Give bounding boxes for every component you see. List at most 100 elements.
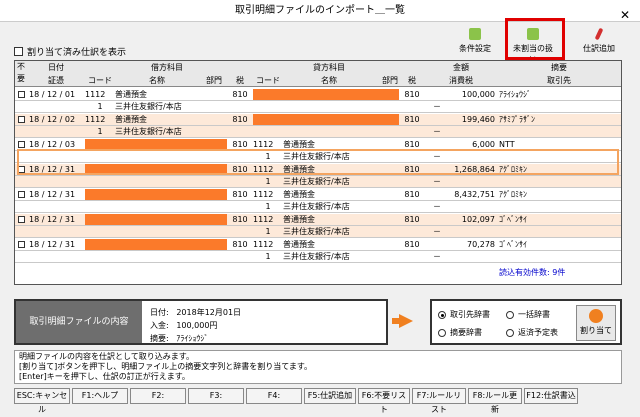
credit-name-cell: 普通預金: [283, 240, 315, 249]
amount-cell: 199,460: [461, 115, 495, 124]
pencil-icon: [594, 27, 604, 41]
debit-empty-cell[interactable]: [85, 214, 227, 225]
header-credit-code: コード: [256, 76, 280, 85]
show-assigned-option[interactable]: 割り当て済み仕訳を表示: [14, 45, 126, 58]
fkey-f7[interactable]: F7:ルールリスト: [412, 388, 466, 414]
credit-sub-code-cell: 1: [265, 227, 271, 236]
header-credit-name: 名称: [321, 76, 337, 85]
condition-settings-button[interactable]: 条件設定: [452, 26, 498, 58]
fkey-f1[interactable]: F1:ヘルプ: [72, 388, 128, 404]
amount-cell: 102,097: [461, 215, 495, 224]
add-entry-button[interactable]: 仕訳追加: [576, 26, 622, 58]
link-icon: [589, 309, 603, 323]
credit-sub-code-cell: 1: [265, 252, 271, 261]
unneeded-checkbox[interactable]: [18, 191, 25, 198]
header-summary: 摘要: [551, 63, 567, 72]
amount-cell: 100,000: [461, 90, 495, 99]
radio-summary-dict-label: 摘要辞書: [450, 328, 482, 337]
credit-name-cell: 普通預金: [283, 215, 315, 224]
radio-repay-table-dot[interactable]: [506, 328, 514, 337]
radio-bulk-dict-dot[interactable]: [506, 310, 514, 319]
radio-partner-dict-dot[interactable]: [438, 310, 446, 319]
debit-tax-cell: 810: [232, 190, 248, 199]
settings-book-icon: [469, 28, 481, 40]
info-deposit-value: 100,000円: [176, 321, 218, 330]
info-date-label: 日付:: [150, 308, 169, 317]
debit-empty-cell[interactable]: [85, 239, 227, 250]
unneeded-checkbox[interactable]: [18, 91, 25, 98]
grid-footer-row: 読込有効件数: 9件: [15, 267, 621, 279]
credit-name-cell: 普通預金: [283, 190, 315, 199]
table-subrow[interactable]: 1 三井住友銀行/本店 －: [15, 101, 621, 113]
credit-tax-cell: 810: [404, 90, 420, 99]
fkey-f3[interactable]: F3:: [188, 388, 244, 404]
table-subrow[interactable]: 1 三井住友銀行/本店 －: [15, 126, 621, 138]
header-debit-dept: 部門: [206, 76, 222, 85]
debit-sub-code-cell: 1: [97, 127, 103, 136]
fkey-f4[interactable]: F4:: [246, 388, 302, 404]
credit-code-cell: 1112: [253, 215, 274, 224]
table-subrow[interactable]: 1 三井住友銀行/本店 －: [15, 201, 621, 213]
radio-bulk-dict[interactable]: 一括辞書: [506, 309, 550, 320]
table-row[interactable]: 18 / 12 / 31 810 1112 普通預金 810 70,278 ｺﾞﾍﾞﾝｻｲ: [15, 239, 621, 251]
info-date: 日付: 2018年12月01日: [150, 307, 241, 318]
unneeded-checkbox[interactable]: [18, 241, 25, 248]
credit-sub-name-cell: 三井住友銀行/本店: [283, 252, 350, 261]
header-voucher: 証憑: [48, 76, 64, 85]
table-subrow[interactable]: 1 三井住友銀行/本店 －: [15, 251, 621, 263]
date-cell: 18 / 12 / 01: [29, 90, 76, 99]
table-row[interactable]: 18 / 12 / 01 1112 普通預金 810 810 100,000 ｱﾗｲｼｮｳｼ…: [15, 89, 621, 101]
show-assigned-checkbox[interactable]: [14, 47, 23, 56]
message-line: 明細ファイルの内容を仕訳として取り込みます。: [19, 352, 194, 361]
radio-partner-dict[interactable]: 取引先辞書: [438, 309, 490, 320]
amount-cell: 70,278: [467, 240, 495, 249]
assign-button[interactable]: 割り当て: [576, 305, 616, 341]
radio-repay-table[interactable]: 返済予定表: [506, 327, 558, 338]
selected-row-frame: [17, 149, 619, 175]
table-row[interactable]: 18 / 12 / 31 810 1112 普通預金 810 8,432,751 ｱｸﾞﾛﾐ…: [15, 189, 621, 201]
fkey-f12[interactable]: F12:仕訳書込: [524, 388, 578, 404]
debit-sub-code-cell: 1: [97, 102, 103, 111]
info-deposit-label: 入金:: [150, 321, 169, 330]
message-box: 明細ファイルの内容を仕訳として取り込みます。 [割り当て]ボタンを押下し、明細フ…: [14, 350, 622, 384]
debit-tax-cell: 810: [232, 90, 248, 99]
unneeded-checkbox[interactable]: [18, 216, 25, 223]
fkey-esc[interactable]: ESC:キャンセル: [14, 388, 70, 414]
fkey-f6[interactable]: F6:不要リスト: [358, 388, 410, 414]
debit-code-cell: 1112: [85, 115, 106, 124]
table-subrow[interactable]: 1 三井住友銀行/本店 －: [15, 176, 621, 188]
close-icon[interactable]: ✕: [620, 4, 630, 26]
debit-tax-cell: 810: [232, 215, 248, 224]
summary-cell: ｱｻﾐﾌﾟﾗｻﾞﾝ: [499, 115, 535, 124]
header-debit-tax: 税: [236, 76, 244, 85]
table-subrow[interactable]: 1 三井住友銀行/本店 －: [15, 226, 621, 238]
table-row[interactable]: 18 / 12 / 02 1112 普通預金 810 810 199,460 ｱｻﾐﾌﾟﾗｻ…: [15, 114, 621, 126]
date-cell: 18 / 12 / 31: [29, 215, 76, 224]
credit-empty-cell[interactable]: [253, 114, 399, 125]
unneeded-checkbox[interactable]: [18, 141, 25, 148]
info-summary-value: ｱﾗｲｼｮｳｼﾞ: [176, 334, 209, 343]
info-deposit: 入金: 100,000円: [150, 320, 217, 331]
info-summary: 摘要: ｱﾗｲｼｮｳｼﾞ: [150, 333, 208, 344]
credit-tax-cell: 810: [404, 215, 420, 224]
fkey-f8[interactable]: F8:ルール更新: [468, 388, 522, 414]
debit-empty-cell[interactable]: [85, 189, 227, 200]
credit-sub-code-cell: 1: [265, 202, 271, 211]
tax-mark-cell: －: [433, 202, 441, 211]
debit-sub-name-cell: 三井住友銀行/本店: [115, 102, 182, 111]
show-assigned-label: 割り当て済み仕訳を表示: [27, 48, 127, 58]
journal-grid: 不要 日付 証憑 借方科目 コード 名称 部門 税 貸方科目 コード 名称 部門…: [14, 60, 622, 285]
window-title: 取引明細ファイルのインポート＿一覧: [235, 5, 405, 16]
tax-mark-cell: －: [433, 177, 441, 186]
debit-code-cell: 1112: [85, 90, 106, 99]
header-debit-name: 名称: [149, 76, 165, 85]
radio-summary-dict-dot[interactable]: [438, 328, 446, 337]
radio-summary-dict[interactable]: 摘要辞書: [438, 327, 482, 338]
table-row[interactable]: 18 / 12 / 31 810 1112 普通預金 810 102,097 ｺﾞﾍﾞﾝｻｲ: [15, 214, 621, 226]
fkey-f5[interactable]: F5:仕訳追加: [304, 388, 356, 404]
credit-empty-cell[interactable]: [253, 89, 399, 100]
fkey-f2[interactable]: F2:: [130, 388, 186, 404]
unneeded-checkbox[interactable]: [18, 116, 25, 123]
summary-cell: ｺﾞﾍﾞﾝｻｲ: [499, 240, 527, 249]
header-credit: 貸方科目: [313, 63, 345, 72]
